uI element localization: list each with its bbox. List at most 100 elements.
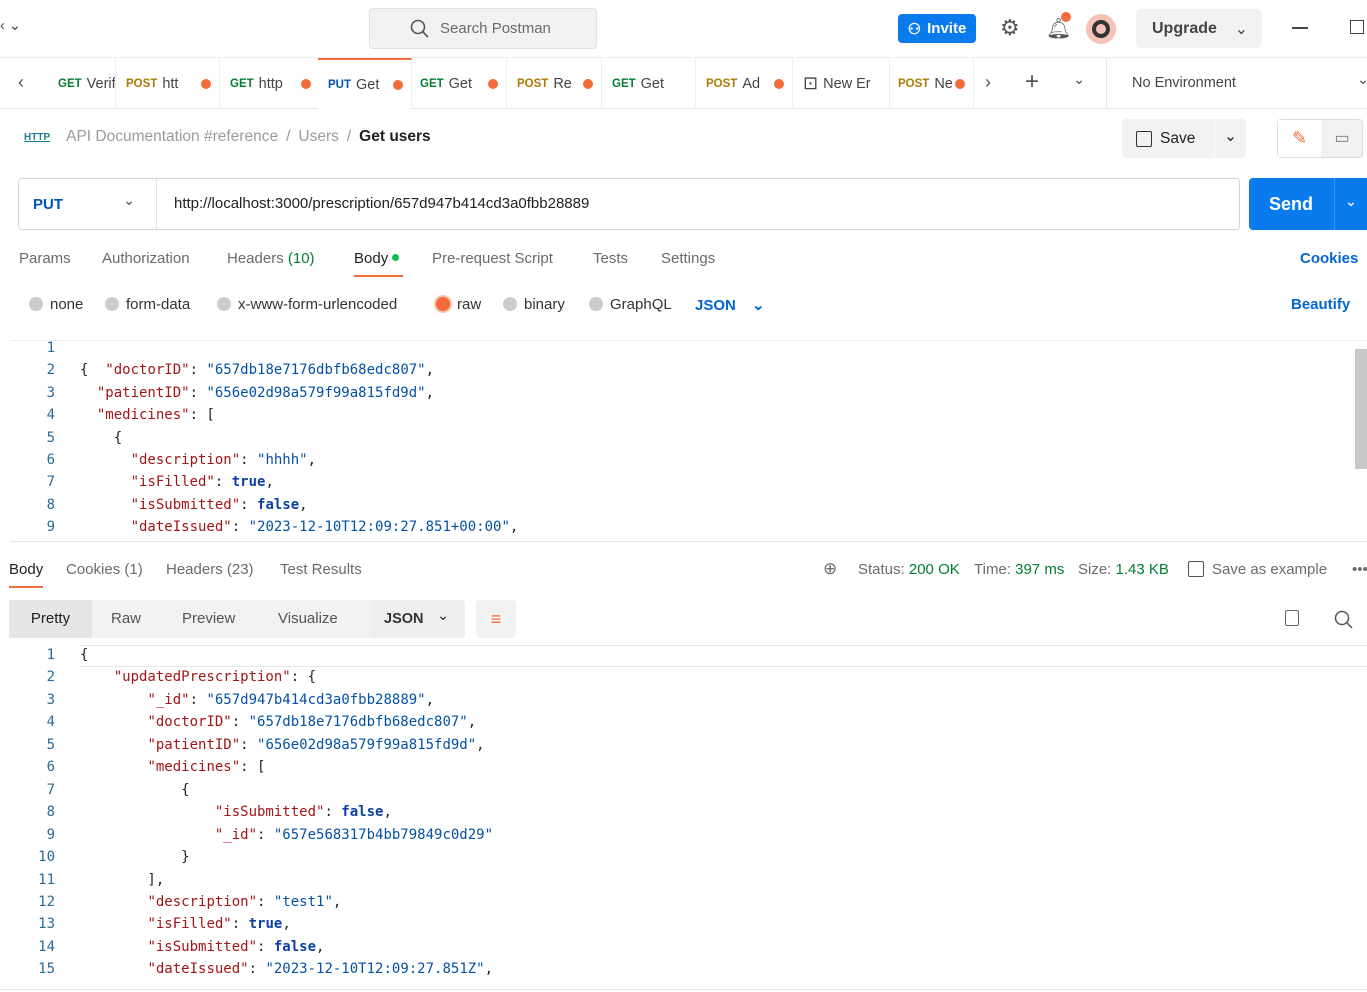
invite-button[interactable]: ⚇ Invite	[898, 14, 976, 43]
more-options-icon[interactable]: •••	[1352, 561, 1367, 578]
tab-tests[interactable]: Tests	[593, 250, 628, 267]
avatar[interactable]	[1086, 14, 1116, 44]
request-tab[interactable]: GET Get	[410, 58, 507, 109]
code-line: "medicines": [	[96, 407, 215, 424]
response-format-select[interactable]: JSON ⌄	[371, 600, 465, 638]
response-tab-cookies[interactable]: Cookies (1)	[66, 561, 143, 578]
response-tab-headers[interactable]: Headers (23)	[166, 561, 254, 578]
code-line: {	[80, 781, 190, 798]
code-line: "description": "test1",	[147, 893, 342, 910]
scroll-tabs-right-icon[interactable]: ›	[985, 72, 991, 93]
radio-graphql[interactable]: GraphQL	[589, 296, 672, 313]
radio-form-data[interactable]: form-data	[105, 296, 190, 313]
view-raw[interactable]: Raw	[111, 610, 141, 627]
breadcrumb-collection[interactable]: API Documentation #reference	[66, 128, 278, 146]
search-icon[interactable]	[1334, 610, 1354, 630]
tab-settings[interactable]: Settings	[661, 250, 715, 267]
search-input[interactable]: Search Postman	[369, 8, 597, 49]
breadcrumb-separator: /	[346, 128, 352, 145]
copy-icon[interactable]	[1285, 610, 1299, 626]
upgrade-button[interactable]: Upgrade ⌄	[1136, 9, 1262, 48]
back-chevron-icon[interactable]: ‹ ⌄	[0, 18, 21, 34]
response-tab-test-results[interactable]: Test Results	[280, 561, 362, 578]
beautify-link[interactable]: Beautify	[1291, 296, 1350, 313]
radio-binary[interactable]: binary	[503, 296, 565, 313]
tab-label: New Er	[823, 75, 871, 92]
request-tab[interactable]: ⊡ New Er	[793, 58, 890, 109]
settings-gear-icon[interactable]: ⚙	[1000, 15, 1020, 41]
save-icon	[1136, 130, 1152, 147]
tab-method: GET	[58, 77, 82, 90]
request-tab[interactable]: POST Re	[507, 58, 602, 109]
body-format-select[interactable]: JSON ⌄	[695, 296, 765, 314]
tab-method: GET	[420, 77, 444, 90]
radio-icon	[105, 297, 119, 311]
restore-window-icon[interactable]	[1350, 20, 1364, 34]
wrap-lines-icon[interactable]: ≡	[476, 600, 516, 638]
environment-selector[interactable]: No Environment ⌄	[1106, 58, 1367, 109]
response-body-viewer[interactable]: 1 {2 "updatedPrescription": {3 "_id": "65…	[0, 645, 1367, 990]
save-button[interactable]: Save ⌄	[1122, 119, 1246, 158]
line-number: 15	[38, 961, 55, 978]
save-icon	[1188, 561, 1204, 577]
status-label: Status:	[858, 561, 905, 578]
new-tab-plus-icon[interactable]: +	[1025, 68, 1039, 96]
request-tab[interactable]: POST htt	[116, 58, 220, 109]
tab-label: Get	[356, 76, 380, 93]
tab-label: Get	[640, 75, 665, 92]
breadcrumb: HTTP API Documentation #reference / Users…	[24, 128, 431, 146]
tab-label: htt	[162, 75, 179, 92]
scroll-tabs-left-icon[interactable]: ‹	[18, 72, 24, 93]
request-tab[interactable]: POST Ne	[888, 58, 974, 109]
response-status: Status: 200 OK	[858, 561, 960, 578]
tab-label: Ad	[742, 75, 761, 92]
minimize-icon[interactable]	[1292, 27, 1308, 29]
tab-authorization[interactable]: Authorization	[102, 250, 190, 267]
breadcrumb-folder[interactable]: Users	[298, 128, 338, 146]
line-number: 14	[38, 938, 55, 955]
comments-icon[interactable]: ▭	[1321, 120, 1363, 157]
code-line: "patientID": "656e02d98a579f99a815fd9d",	[147, 736, 485, 753]
radio-raw[interactable]: raw	[436, 296, 481, 313]
edit-pencil-icon[interactable]: ✎	[1278, 120, 1321, 157]
send-options-chevron-icon[interactable]: ⌄	[1334, 178, 1367, 230]
code-line: ],	[80, 871, 165, 888]
radio-urlencoded[interactable]: x-www-form-urlencoded	[217, 296, 397, 313]
add-user-icon: ⚇	[907, 20, 922, 38]
code-line: "isSubmitted": false,	[214, 804, 392, 821]
time-label: Time:	[974, 561, 1011, 578]
url-input[interactable]: http://localhost:3000/prescription/657d9…	[174, 195, 589, 212]
line-number: 9	[46, 519, 55, 536]
tab-headers[interactable]: Headers (10)	[227, 250, 315, 267]
unsaved-dot	[583, 78, 593, 89]
tabs-dropdown-chevron-icon[interactable]: ⌄	[1073, 72, 1085, 88]
request-tab[interactable]: POST Ad	[696, 58, 793, 109]
view-preview[interactable]: Preview	[182, 610, 235, 627]
response-tab-body[interactable]: Body	[9, 561, 44, 588]
request-tab[interactable]: GET Get	[602, 58, 696, 109]
editor-scrollbar[interactable]	[1355, 349, 1367, 469]
save-as-example-button[interactable]: Save as example	[1188, 561, 1327, 578]
code-line: "isFilled": true,	[130, 474, 274, 491]
tab-pre-request-script[interactable]: Pre-request Script	[432, 250, 553, 267]
request-tab[interactable]: GET Verify	[48, 58, 116, 109]
line-number: 3	[46, 384, 55, 401]
method-select[interactable]: PUT ⌄	[19, 179, 157, 229]
tab-params[interactable]: Params	[19, 250, 71, 267]
request-tab[interactable]: PUT Get	[318, 58, 412, 109]
radio-none[interactable]: none	[29, 296, 83, 313]
save-options-chevron-icon[interactable]: ⌄	[1214, 119, 1246, 158]
tab-body[interactable]: Body	[354, 250, 403, 277]
code-line: "patientID": "656e02d98a579f99a815fd9d",	[96, 384, 435, 401]
request-tab[interactable]: GET http	[220, 58, 320, 109]
cookies-link[interactable]: Cookies	[1300, 250, 1358, 267]
view-visualize[interactable]: Visualize	[278, 610, 338, 627]
tab-label: http	[258, 75, 283, 92]
globe-icon[interactable]: ⊕	[823, 559, 837, 579]
code-line: {	[80, 429, 123, 446]
environment-icon: ⊡	[803, 73, 819, 93]
top-bar: ‹ ⌄ Search Postman ⚇ Invite ⚙ 🔔︎ Upgrade ⌄	[0, 0, 1367, 58]
line-number: 3	[46, 691, 55, 708]
view-pretty[interactable]: Pretty	[9, 600, 92, 638]
request-body-editor[interactable]: 1 2 { "doctorID": "657db18e7176dbfb68edc80…	[10, 340, 1367, 542]
